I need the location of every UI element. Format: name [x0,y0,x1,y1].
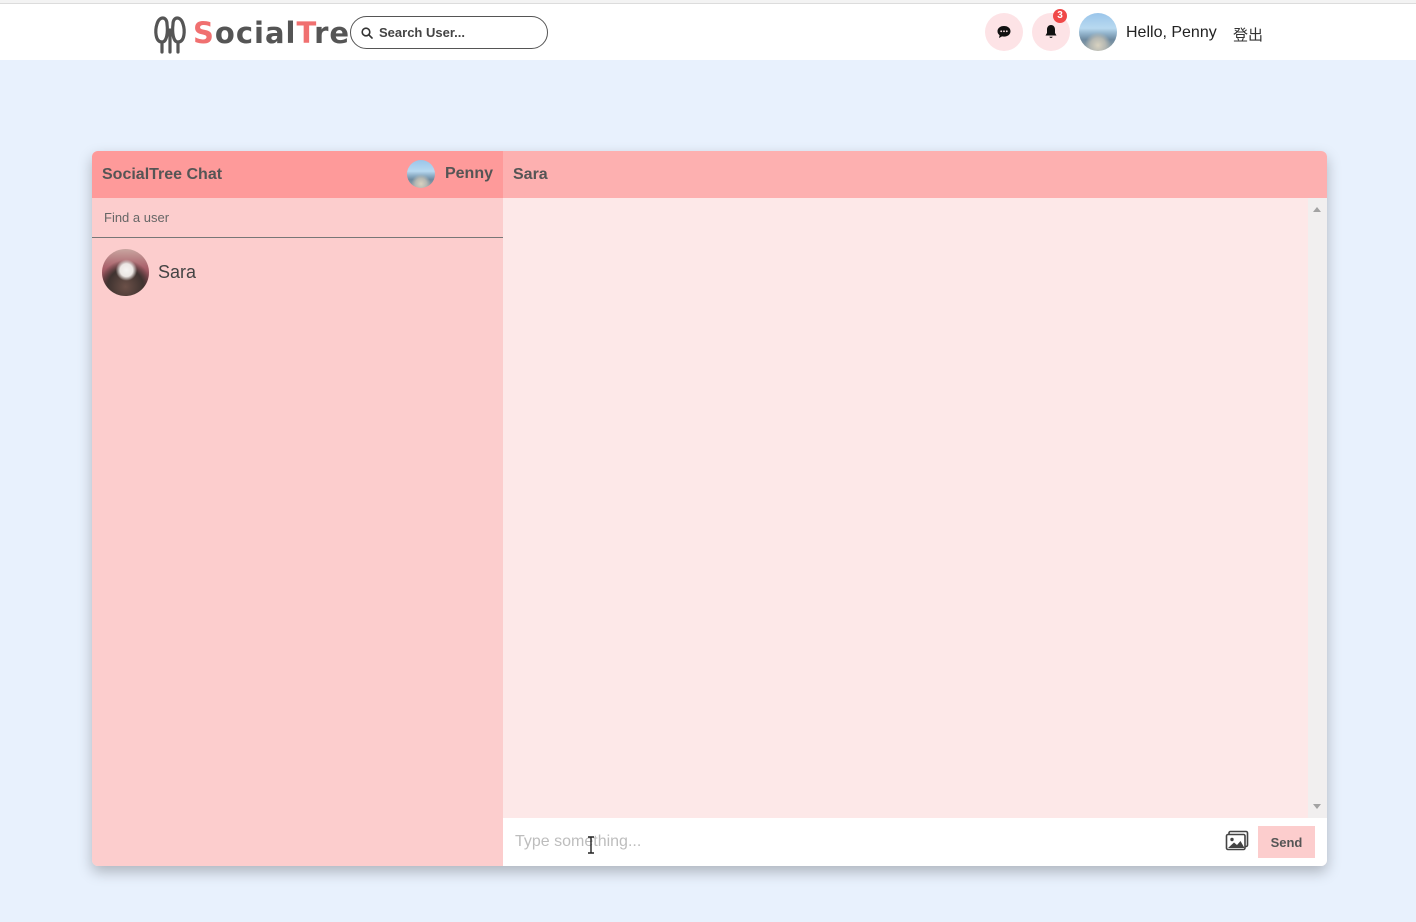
contact-name: Sara [158,261,197,282]
user-list-item[interactable]: Sara [92,238,503,306]
search-box[interactable] [350,16,548,49]
messages-button[interactable] [985,13,1023,51]
logout-link[interactable]: 登出 [1233,24,1263,45]
find-user-input[interactable] [104,210,484,225]
send-button[interactable]: Send [1258,826,1315,858]
logo-text: SocialTree [193,16,371,50]
scroll-down-arrow[interactable] [1313,804,1321,809]
notifications-button[interactable]: 3 [1032,9,1070,51]
current-user-name: Penny [444,165,493,182]
sidebar-header: SocialTree Chat Penny [92,151,503,198]
image-icon[interactable] [1225,830,1249,852]
find-user-box[interactable] [92,198,503,238]
message-composer: Send [503,818,1327,866]
search-input[interactable] [379,25,529,40]
navbar: SocialTree 3 Hello, Penny 登出 [0,4,1416,60]
logo[interactable]: SocialTree [153,12,371,54]
message-input[interactable] [515,833,1205,851]
chat-window: SocialTree Chat Penny Sara Sara [92,151,1327,866]
scroll-up-arrow[interactable] [1313,207,1321,212]
chat-header: Sara [503,151,1327,198]
messages-scrollbar[interactable] [1308,198,1327,818]
bell-icon [1045,25,1057,39]
greeting-text: Hello, Penny [1126,24,1217,41]
chat-bubble-icon [997,26,1011,38]
current-user: Penny [406,160,493,188]
chat-main: Sara Send [503,151,1327,866]
search-icon [361,26,373,39]
chat-app-title: SocialTree Chat [102,165,223,183]
chat-sidebar: SocialTree Chat Penny Sara [92,151,503,866]
tree-logo-icon [154,16,186,54]
text-cursor-icon [588,836,594,854]
current-user-avatar [406,160,435,188]
contact-avatar [102,248,149,296]
active-chat-name: Sara [513,165,548,183]
notification-count-badge: 3 [1053,9,1067,23]
user-avatar[interactable] [1079,13,1117,51]
messages-area [503,198,1308,818]
